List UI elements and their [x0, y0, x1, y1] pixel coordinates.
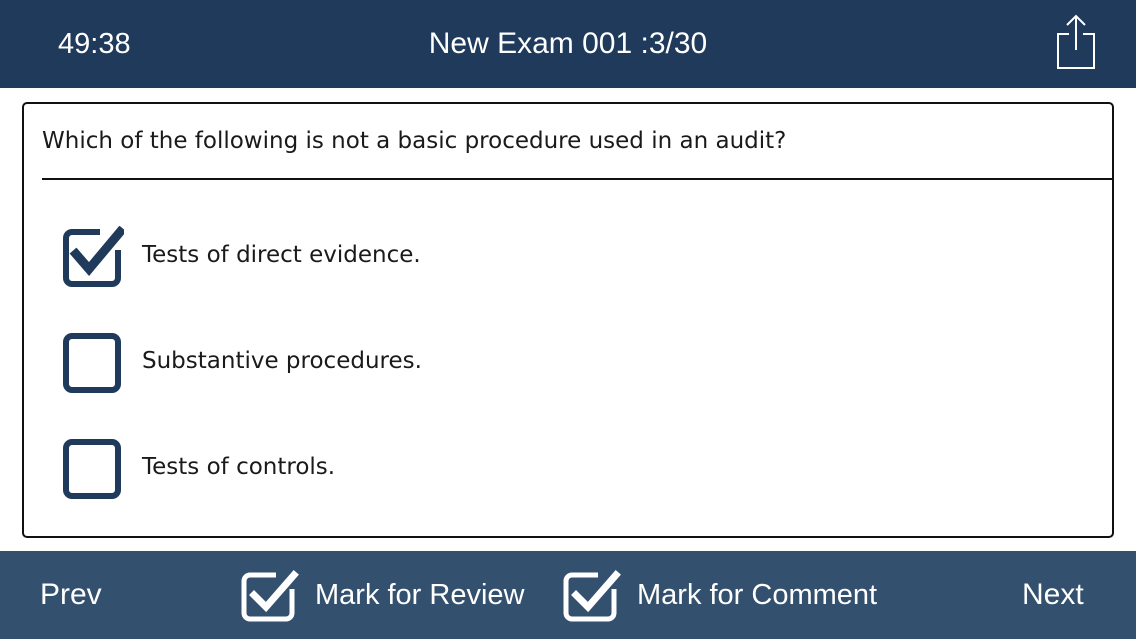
mark-for-comment-button[interactable]: Mark for Comment [562, 569, 902, 623]
header-bar: 49:38 New Exam 001 :3/30 [0, 0, 1136, 88]
checkbox-checked-icon[interactable] [62, 225, 127, 288]
mark-for-review-button[interactable]: Mark for Review [240, 569, 540, 623]
next-button[interactable]: Next [1022, 577, 1084, 613]
footer-toolbar: Prev Mark for Review Mark for Comment Ne… [0, 551, 1136, 639]
mark-for-comment-label: Mark for Comment [637, 579, 878, 611]
checkbox-unchecked-icon[interactable] [62, 332, 124, 394]
answer-option-1[interactable]: Tests of direct evidence. [62, 225, 1062, 288]
prev-button[interactable]: Prev [40, 577, 102, 613]
answer-option-label: Tests of controls. [142, 454, 336, 480]
checkmark-box-icon [241, 570, 299, 622]
answer-option-2[interactable]: Substantive procedures. [62, 332, 1062, 394]
answer-option-label: Tests of direct evidence. [142, 242, 421, 268]
answer-option-3[interactable]: Tests of controls. [62, 438, 1062, 500]
mark-for-review-label: Mark for Review [315, 579, 525, 611]
exam-title: New Exam 001 :3/30 [428, 27, 708, 60]
question-divider [42, 178, 1112, 180]
share-icon[interactable] [1052, 12, 1100, 72]
question-text: Which of the following is not a basic pr… [42, 128, 787, 154]
answer-option-label: Substantive procedures. [142, 348, 422, 374]
question-card: Which of the following is not a basic pr… [22, 102, 1114, 538]
checkbox-unchecked-icon[interactable] [62, 438, 124, 500]
checkmark-box-icon [563, 570, 621, 622]
